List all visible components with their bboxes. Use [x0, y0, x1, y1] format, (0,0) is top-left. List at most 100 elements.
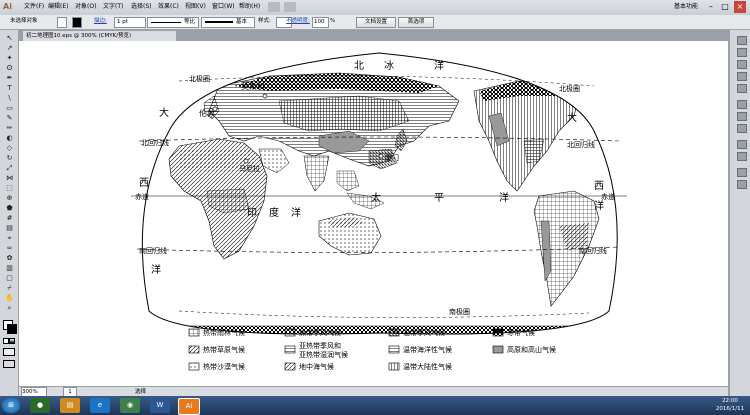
pen-tool-icon[interactable]: ✒: [5, 74, 14, 82]
stroke-swatch[interactable]: [72, 17, 82, 28]
stroke-panel-icon[interactable]: [737, 100, 747, 109]
screen-mode-icon[interactable]: [3, 360, 15, 368]
menu-view[interactable]: 视图(V): [185, 2, 206, 12]
layers-panel-icon[interactable]: [737, 168, 747, 177]
fill-swatch[interactable]: [57, 17, 67, 28]
opacity-label[interactable]: 不透明度:: [286, 17, 310, 26]
transparency-panel-icon[interactable]: [737, 124, 747, 133]
stroke-weight-field[interactable]: 1 pt: [114, 17, 146, 28]
artboard-icon[interactable]: ▢: [5, 274, 14, 282]
blob-brush-icon[interactable]: ◐: [5, 134, 14, 142]
clock-date: 2016/1/11: [715, 406, 745, 412]
swatches-panel-icon[interactable]: [737, 60, 747, 69]
legend-label-2: 温带季风气候: [403, 328, 445, 337]
hand-tool-icon[interactable]: ✋: [5, 294, 14, 302]
variable-width-profile[interactable]: 等比: [147, 17, 199, 28]
map-label-manila: 马尼拉: [239, 164, 260, 173]
map-label-xiamen: 厦门: [385, 153, 399, 162]
maximize-icon[interactable]: □: [719, 1, 731, 13]
close-icon[interactable]: ×: [734, 1, 746, 13]
start-button-icon[interactable]: ⊞: [2, 398, 20, 413]
map-label-london: 伦敦: [199, 108, 215, 118]
menu-window[interactable]: 窗口(W): [212, 2, 235, 12]
graphic-styles-icon[interactable]: [737, 152, 747, 161]
legend-label-10: 温带大陆性气候: [403, 362, 452, 371]
minimize-icon[interactable]: –: [705, 1, 717, 13]
map-label-atlantic-east-2: 西: [594, 181, 604, 192]
menu-edit[interactable]: 编辑(E): [48, 2, 68, 12]
workspace-switcher[interactable]: 基本功能: [672, 2, 700, 12]
continental-climate-zone: [278, 95, 410, 132]
lasso-icon[interactable]: ʘ: [5, 64, 14, 72]
map-label-moscow: 莫斯科: [241, 81, 265, 91]
blend-icon[interactable]: ∞: [5, 244, 14, 252]
control-bar: 未选择对象 描边: 1 pt 等比 基本 样式: 不透明度: 100 % 文档设…: [0, 15, 750, 30]
shape-builder-icon[interactable]: ⊕: [5, 194, 14, 202]
perspective-icon[interactable]: ⬟: [5, 204, 14, 212]
artboard-canvas[interactable]: 北 冰 洋 北极圈 北极圈 莫斯科 伦敦 厦门 马尼拉 大 西 洋 太 平 洋 …: [19, 41, 728, 386]
paintbrush-icon[interactable]: ✎: [5, 114, 14, 122]
browser-icon[interactable]: e: [90, 398, 110, 413]
artboards-panel-icon[interactable]: [737, 180, 747, 189]
mesh-icon[interactable]: #: [5, 214, 14, 222]
width-tool-icon[interactable]: ⋈: [5, 174, 14, 182]
legend-swatch-6: [388, 345, 400, 354]
color-guide-icon[interactable]: [737, 48, 747, 57]
profile-line: [151, 22, 181, 23]
app-icon-1[interactable]: ●: [30, 398, 50, 413]
map-label-pacific-3: 洋: [499, 191, 509, 204]
direct-selection-icon[interactable]: ↗: [5, 44, 14, 52]
file-explorer-icon[interactable]: ▤: [60, 398, 80, 413]
stroke-color-icon[interactable]: [7, 324, 17, 334]
map-label-tropic-capricorn-right: 南回归线: [579, 246, 607, 255]
menu-help[interactable]: 帮助(H): [239, 2, 260, 12]
legend-label-7: 高原和高山气候: [507, 345, 556, 354]
slice-icon[interactable]: ⌿: [5, 284, 14, 292]
document-setup-button[interactable]: 文档设置: [356, 17, 396, 28]
brush-definition[interactable]: 基本: [201, 17, 255, 28]
menu-select[interactable]: 选择(S): [131, 2, 152, 12]
gradient-icon[interactable]: ▤: [5, 224, 14, 232]
scale-icon[interactable]: ⤢: [5, 164, 14, 172]
opacity-field[interactable]: 100: [312, 17, 329, 28]
pencil-icon[interactable]: ✏: [5, 124, 14, 132]
appearance-panel-icon[interactable]: [737, 140, 747, 149]
gradient-mode-icon[interactable]: [9, 338, 15, 344]
legend-swatch-5: [284, 345, 296, 354]
menu-object[interactable]: 对象(O): [75, 2, 96, 12]
graph-tool-icon[interactable]: ▥: [5, 264, 14, 272]
map-label-equator-right: 赤道: [601, 192, 615, 201]
arrange-icon[interactable]: [284, 2, 296, 12]
illustrator-taskbar-icon[interactable]: Ai: [178, 398, 200, 415]
selection-tool-icon[interactable]: ↖: [5, 34, 14, 42]
brushes-panel-icon[interactable]: [737, 72, 747, 81]
eraser-icon[interactable]: ◇: [5, 144, 14, 152]
bridge-icon[interactable]: [268, 2, 280, 12]
map-label-arctic-2: 冰: [384, 59, 394, 72]
color-panel-icon[interactable]: [737, 36, 747, 45]
menu-text[interactable]: 文字(T): [103, 2, 123, 12]
magic-wand-icon[interactable]: ✦: [5, 54, 14, 62]
rectangle-tool-icon[interactable]: ▭: [5, 104, 14, 112]
type-tool-icon[interactable]: T: [5, 84, 14, 92]
stroke-label[interactable]: 描边:: [94, 17, 107, 26]
legend-swatch-8: [188, 362, 200, 371]
menu-file[interactable]: 文件(F): [24, 2, 44, 12]
symbol-sprayer-icon[interactable]: ✿: [5, 254, 14, 262]
symbols-panel-icon[interactable]: [737, 84, 747, 93]
eyedropper-icon[interactable]: ⌖: [5, 234, 14, 242]
zoom-tool-icon[interactable]: ⌕: [5, 304, 14, 312]
line-tool-icon[interactable]: \: [5, 94, 14, 102]
free-transform-icon[interactable]: ⬚: [5, 184, 14, 192]
word-icon[interactable]: W: [150, 398, 170, 413]
menu-effect[interactable]: 效果(C): [158, 2, 179, 12]
brush-label: 基本: [236, 19, 248, 25]
rotate-icon[interactable]: ↻: [5, 154, 14, 162]
app-icon-2[interactable]: ◉: [120, 398, 140, 413]
brush-line: [205, 21, 233, 23]
gradient-panel-icon[interactable]: [737, 112, 747, 121]
draw-mode-icon[interactable]: [3, 348, 15, 356]
legend-label-8: 热带沙漠气候: [203, 362, 245, 371]
preferences-button[interactable]: 首选项: [398, 17, 434, 28]
map-label-pacific-1: 太: [371, 191, 381, 204]
